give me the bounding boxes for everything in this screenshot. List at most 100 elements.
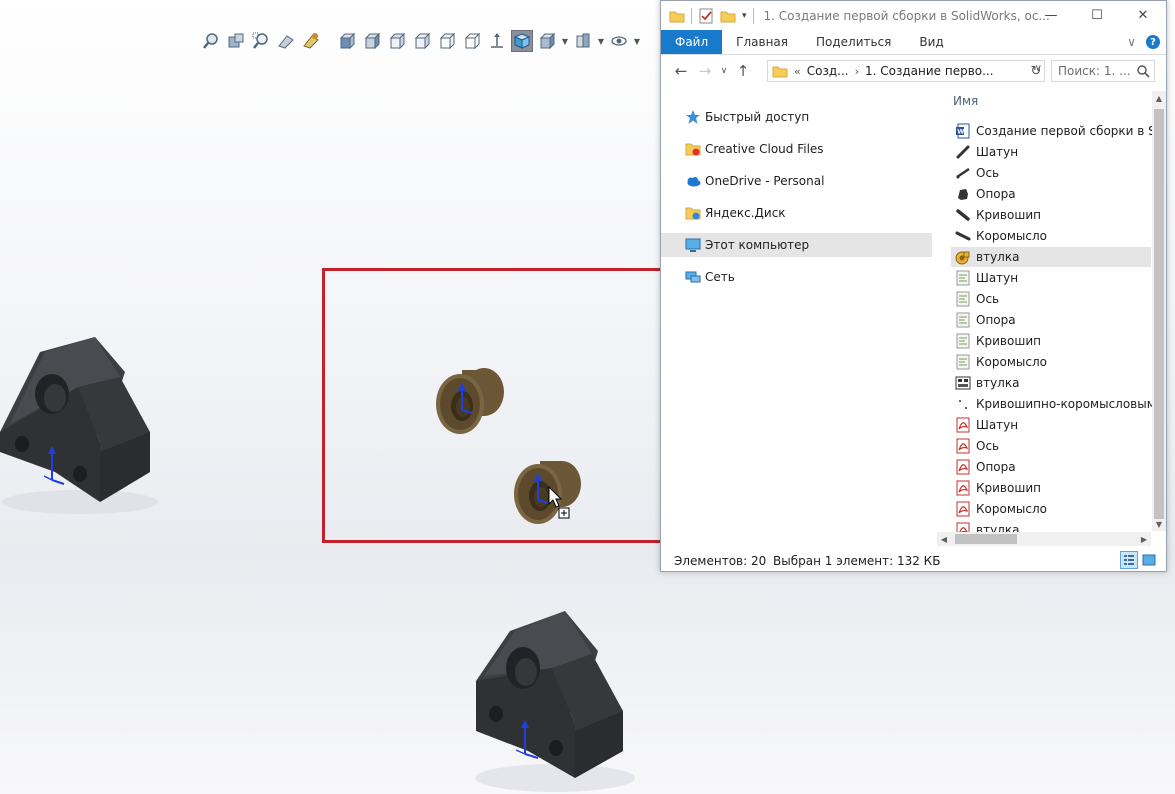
folder-icon [669,11,685,22]
onedrive-cloud-icon [687,177,701,187]
forward-arrow-icon[interactable]: → [693,59,717,83]
file-row[interactable]: Опора [951,310,1151,330]
file-row[interactable]: Кривошип [951,331,1151,351]
scroll-left-icon[interactable]: ◀ [937,532,951,546]
zoom-to-area-icon[interactable] [225,30,247,52]
word-doc-icon: W [956,123,970,139]
nav-item-creative-cloud[interactable]: Creative Cloud Files [661,137,932,161]
right-view-icon[interactable] [411,30,433,52]
pan-icon[interactable] [275,30,297,52]
yandex-disk-folder-icon [685,207,701,220]
scrollbar-thumb[interactable] [955,534,1017,544]
nav-item-quick-access[interactable]: Быстрый доступ [661,105,932,129]
close-button[interactable]: ✕ [1120,1,1166,30]
expand-ribbon-icon[interactable]: ∨ [1127,35,1136,49]
scroll-up-icon[interactable]: ▲ [1152,91,1166,105]
file-name: Кривошип [976,481,1041,495]
tab-view[interactable]: Вид [905,30,957,54]
file-row[interactable]: Опора [951,184,1151,204]
file-row[interactable]: Кривошип [951,205,1151,225]
horizontal-scrollbar[interactable]: ◀ ▶ [937,532,1151,546]
breadcrumb-overflow[interactable]: « [794,65,801,78]
breadcrumb-item[interactable]: 1. Создание перво... [865,64,994,78]
creative-cloud-folder-icon [685,143,701,156]
item-count: Элементов: 20 [674,553,767,568]
drag-copy-cursor-icon [548,486,570,519]
nav-item-onedrive[interactable]: OneDrive - Personal [661,169,932,193]
bottom-view-icon[interactable] [461,30,483,52]
up-arrow-icon[interactable]: ↑ [731,59,755,83]
window-title: 1. Создание первой сборки в SolidWorks, … [763,8,1050,23]
file-row[interactable]: Шатун [951,142,1151,162]
file-row[interactable]: Ось [951,163,1151,183]
title-bar[interactable]: ▾ 1. Создание первой сборки в SolidWorks… [661,1,1166,30]
file-row[interactable]: W Создание первой сборки в Solid [951,121,1153,141]
pdf-icon [956,501,970,517]
file-row[interactable]: втулка [951,373,1151,393]
nav-item-this-pc[interactable]: Этот компьютер [661,233,932,257]
help-icon[interactable]: ? [1146,35,1160,49]
scrollbar-thumb[interactable] [1154,109,1164,519]
drawing-icon [956,333,970,349]
file-row[interactable]: Ось [951,289,1151,309]
zoom-to-fit-icon[interactable] [200,30,222,52]
details-view-icon[interactable] [1120,551,1138,569]
file-row[interactable]: Коромысло [951,352,1151,372]
back-arrow-icon[interactable]: ← [669,59,693,83]
file-explorer-window[interactable]: ▾ 1. Создание первой сборки в SolidWorks… [660,0,1167,572]
left-view-icon[interactable] [386,30,408,52]
refresh-icon[interactable]: ↻ [1027,60,1045,82]
file-name: Коромысло [976,355,1047,369]
chevron-down-icon[interactable]: ▼ [633,30,641,52]
file-name: Кривошип [976,208,1041,222]
file-row[interactable]: Коромысло [951,226,1151,246]
pdf-icon [956,417,970,433]
scroll-right-icon[interactable]: ▶ [1137,532,1151,546]
hide-show-icon[interactable] [608,30,630,52]
maximize-button[interactable]: ☐ [1074,1,1120,30]
display-style-icon[interactable] [536,30,558,52]
recent-locations-icon[interactable]: ∨ [717,59,731,83]
file-row[interactable]: Опора [951,457,1151,477]
file-row[interactable]: втулка [951,247,1151,267]
top-view-icon[interactable] [436,30,458,52]
support-part-bottom[interactable] [470,606,635,794]
file-row[interactable]: Шатун [951,268,1151,288]
chevron-right-icon[interactable]: › [855,65,859,78]
file-row[interactable]: Кривошип [951,478,1151,498]
navigation-pane: Быстрый доступ Creative Cloud Files OneD… [661,91,933,541]
breadcrumb-item[interactable]: Созд... [807,64,849,78]
tab-home[interactable]: Главная [722,30,802,54]
front-view-icon[interactable] [336,30,358,52]
rotate-icon[interactable] [300,30,322,52]
scroll-down-icon[interactable]: ▼ [1152,517,1166,531]
large-icons-view-icon[interactable] [1140,551,1158,569]
tab-share[interactable]: Поделиться [802,30,905,54]
nav-item-yandex-disk[interactable]: Яндекс.Диск [661,201,932,225]
customize-quick-access-icon[interactable]: ▾ [742,11,747,21]
drawing-icon [956,312,970,328]
isometric-view-icon[interactable] [511,30,533,52]
tab-file[interactable]: Файл [661,30,723,54]
vertical-scrollbar[interactable]: ▲ ▼ [1152,91,1166,531]
file-row[interactable]: Коромысло [951,499,1151,519]
nav-item-network[interactable]: Сеть [661,265,932,289]
properties-icon[interactable] [698,8,714,24]
new-folder-icon[interactable] [720,9,736,23]
file-name: Коромысло [976,502,1047,516]
minimize-button[interactable]: — [1028,1,1074,30]
support-part-left[interactable] [0,332,160,517]
zoom-in-out-icon[interactable] [250,30,272,52]
file-row[interactable]: Шатун [951,415,1151,435]
file-row[interactable]: Кривошипно-коромысловым м [951,394,1153,414]
address-bar[interactable]: « Созд... › 1. Создание перво... ∨ [767,60,1045,82]
column-header-name[interactable]: Имя [953,94,978,108]
file-row[interactable]: Ось [951,436,1151,456]
file-name: Ось [976,166,1000,180]
chevron-down-icon[interactable]: ▼ [561,30,569,52]
section-view-icon[interactable] [572,30,594,52]
chevron-down-icon[interactable]: ▼ [597,30,605,52]
normal-to-icon[interactable] [486,30,508,52]
bushing-part-1[interactable] [432,366,512,438]
back-view-icon[interactable] [361,30,383,52]
